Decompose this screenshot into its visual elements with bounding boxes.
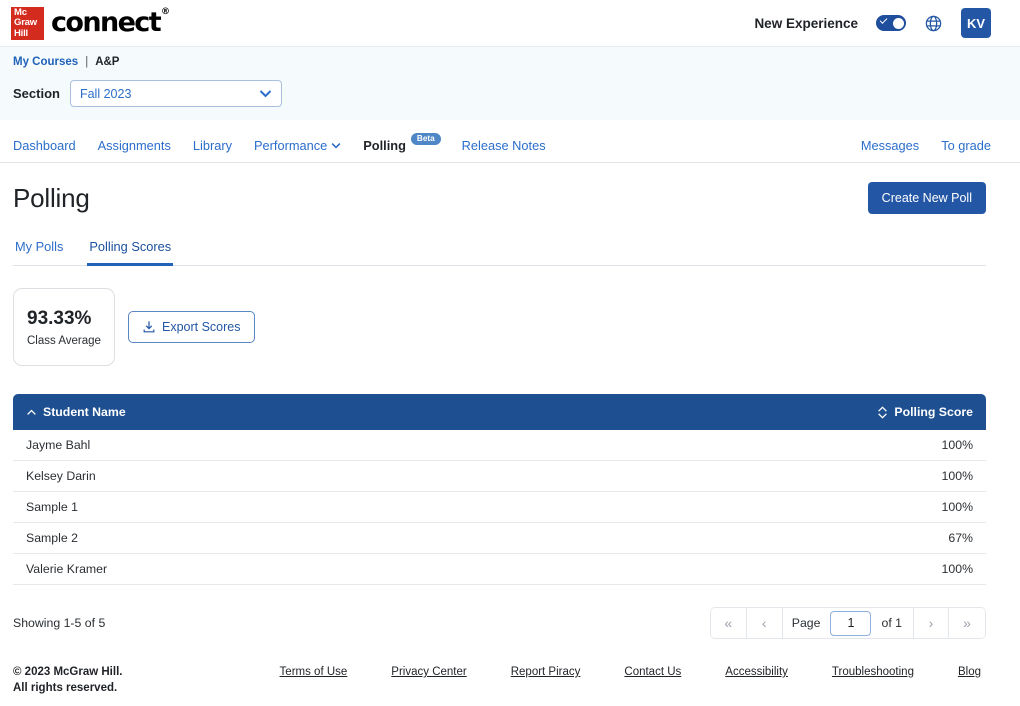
main-navigation-right: Messages To grade: [839, 138, 991, 153]
footer-link-privacy-center[interactable]: Privacy Center: [391, 666, 466, 678]
connect-text: connect: [51, 6, 162, 38]
table-row[interactable]: Jayme Bahl 100%: [13, 430, 986, 461]
mcgraw-hill-connect-logo[interactable]: Mc Graw Hill connect®: [11, 6, 170, 40]
column-header-polling-score[interactable]: Polling Score: [877, 405, 973, 419]
nav-item-performance[interactable]: Performance: [254, 138, 341, 153]
new-experience-label: New Experience: [754, 15, 858, 31]
avatar[interactable]: KV: [961, 8, 991, 38]
export-scores-button[interactable]: Export Scores: [128, 311, 255, 343]
class-average-label: Class Average: [27, 334, 101, 347]
section-row: Section Fall 2023: [13, 80, 1020, 107]
student-name: Sample 2: [26, 531, 78, 545]
top-bar-right-controls: New Experience KV: [754, 8, 991, 38]
first-page-button[interactable]: «: [710, 608, 747, 638]
page-title-row: Polling Create New Poll: [13, 182, 986, 214]
footer-link-accessibility[interactable]: Accessibility: [725, 666, 788, 678]
mcgraw-hill-logo-mark: Mc Graw Hill: [11, 6, 44, 40]
stats-row: 93.33% Class Average Export Scores: [13, 288, 986, 366]
table-row[interactable]: Sample 2 67%: [13, 523, 986, 554]
footer-link-troubleshooting[interactable]: Troubleshooting: [832, 666, 914, 678]
previous-page-button[interactable]: ‹: [746, 608, 783, 638]
table-row[interactable]: Sample 1 100%: [13, 492, 986, 523]
polling-score: 100%: [941, 562, 973, 576]
pagination-row: Showing 1-5 of 5 « ‹ Page of 1 › »: [13, 607, 986, 639]
polling-score: 67%: [948, 531, 973, 545]
column-header-student-name[interactable]: Student Name: [26, 405, 126, 419]
section-select[interactable]: Fall 2023: [69, 80, 282, 107]
sort-both-icon: [878, 405, 888, 419]
tab-bar: My Polls Polling Scores: [13, 238, 986, 266]
page-label: Page: [791, 616, 821, 630]
nav-item-polling[interactable]: Polling Beta: [363, 132, 441, 153]
table-header: Student Name Polling Score: [13, 394, 986, 430]
polling-score: 100%: [941, 500, 973, 514]
copyright-line-2: All rights reserved.: [13, 682, 118, 694]
column-header-polling-score-label: Polling Score: [894, 405, 973, 419]
class-average-card: 93.33% Class Average: [13, 288, 115, 366]
page-title: Polling: [13, 182, 90, 213]
copyright: © 2023 McGraw Hill. All rights reserved.: [13, 664, 122, 696]
showing-count: Showing 1-5 of 5: [13, 616, 106, 630]
nav-item-messages[interactable]: Messages: [861, 138, 919, 153]
footer-link-terms-of-use[interactable]: Terms of Use: [280, 666, 348, 678]
new-experience-toggle[interactable]: [876, 15, 906, 31]
nav-item-dashboard[interactable]: Dashboard: [13, 138, 76, 153]
footer-link-contact-us[interactable]: Contact Us: [624, 666, 681, 678]
table-row[interactable]: Kelsey Darin 100%: [13, 461, 986, 492]
copyright-line-1: © 2023 McGraw Hill.: [13, 666, 123, 678]
chevron-up-icon: [27, 409, 36, 415]
toggle-knob: [893, 17, 904, 29]
last-page-button[interactable]: »: [949, 608, 985, 638]
table-row[interactable]: Valerie Kramer 100%: [13, 554, 986, 585]
polling-scores-table: Student Name Polling Score Jayme Bahl 10…: [13, 394, 986, 585]
class-average-value: 93.33%: [27, 307, 92, 329]
breadcrumb-separator: |: [85, 56, 89, 68]
page-content: Polling Create New Poll My Polls Polling…: [0, 182, 1020, 639]
export-scores-label: Export Scores: [162, 320, 241, 334]
check-icon: [879, 16, 888, 24]
nav-item-polling-label: Polling: [363, 137, 406, 153]
student-name: Valerie Kramer: [26, 562, 108, 576]
nav-item-assignments[interactable]: Assignments: [98, 138, 171, 153]
breadcrumb-my-courses[interactable]: My Courses: [13, 56, 78, 68]
student-name: Sample 1: [26, 500, 78, 514]
student-name: Kelsey Darin: [26, 469, 96, 483]
column-header-student-name-label: Student Name: [43, 405, 126, 419]
pagination-controls: « ‹ Page of 1 › »: [709, 607, 986, 639]
create-new-poll-button[interactable]: Create New Poll: [867, 182, 986, 214]
breadcrumb-current-course: A&P: [95, 56, 120, 68]
download-icon: [143, 321, 155, 333]
beta-badge: Beta: [410, 132, 441, 146]
top-bar: Mc Graw Hill connect® New Experience KV: [0, 0, 1020, 47]
globe-icon[interactable]: [924, 14, 943, 33]
section-label: Section: [13, 86, 60, 101]
nav-item-to-grade[interactable]: To grade: [941, 138, 991, 153]
nav-item-release-notes[interactable]: Release Notes: [462, 138, 546, 153]
page-number-input[interactable]: [830, 610, 872, 636]
tab-polling-scores[interactable]: Polling Scores: [87, 239, 174, 266]
breadcrumb: My Courses | A&P: [13, 56, 1020, 68]
page-footer: © 2023 McGraw Hill. All rights reserved.…: [0, 664, 1020, 706]
polling-score: 100%: [941, 469, 973, 483]
chevron-down-icon: [331, 142, 341, 149]
footer-link-report-piracy[interactable]: Report Piracy: [511, 666, 581, 678]
next-page-button[interactable]: ›: [913, 608, 949, 638]
polling-score: 100%: [941, 438, 973, 452]
section-selected-value: Fall 2023: [79, 86, 132, 101]
logo-line-3: Hill: [14, 27, 28, 39]
footer-links: Terms of Use Privacy Center Report Pirac…: [236, 664, 981, 678]
footer-link-blog[interactable]: Blog: [958, 666, 981, 678]
student-name: Jayme Bahl: [26, 438, 91, 452]
tab-my-polls[interactable]: My Polls: [13, 239, 65, 266]
total-pages-label: of 1: [881, 616, 902, 630]
nav-item-library[interactable]: Library: [193, 138, 232, 153]
nav-item-performance-label: Performance: [254, 137, 328, 153]
connect-wordmark: connect®: [51, 6, 170, 38]
chevron-down-icon: [259, 90, 272, 98]
sub-header: My Courses | A&P Section Fall 2023: [0, 47, 1020, 120]
main-navigation: Dashboard Assignments Library Performanc…: [0, 128, 1020, 163]
